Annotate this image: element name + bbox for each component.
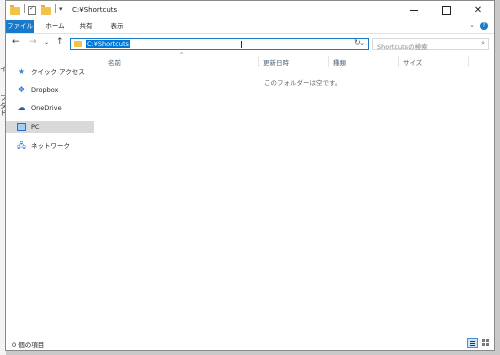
sidebar-item-label: ネットワーク — [31, 142, 70, 150]
sort-ascending-icon: ^ — [179, 52, 185, 59]
column-header-type[interactable]: 種類 — [333, 57, 346, 67]
tab-home[interactable]: ホーム — [43, 20, 67, 33]
sidebar-item-label: OneDrive — [31, 104, 62, 112]
star-icon: ★ — [17, 67, 26, 76]
up-button[interactable]: ↑ — [56, 37, 64, 47]
status-bar: 0 個の項目 — [6, 336, 494, 350]
search-icon: ⌕ — [481, 39, 485, 47]
checkmark-icon — [28, 4, 36, 15]
column-divider[interactable] — [328, 56, 329, 67]
maximize-icon — [441, 5, 451, 15]
details-view-button[interactable] — [467, 338, 478, 348]
tab-file[interactable]: ファイル — [6, 20, 34, 33]
large-icons-view-button[interactable] — [481, 338, 491, 348]
cloud-icon: ☁ — [17, 103, 26, 112]
text-cursor-icon: I — [240, 40, 243, 51]
column-divider[interactable] — [398, 56, 399, 67]
address-row: ← → ⌄ ↑ C:¥Shortcuts ⌄ ↻ Shortcutsの検索 ⌕ — [6, 34, 494, 54]
search-placeholder: Shortcutsの検索 — [377, 43, 428, 51]
sidebar-item-dropbox[interactable]: ❖ Dropbox — [6, 84, 94, 96]
recent-locations-button[interactable]: ⌄ — [44, 39, 49, 46]
dropbox-icon: ❖ — [17, 85, 26, 94]
sidebar-item-network[interactable]: 🖧 ネットワーク — [6, 140, 94, 152]
folder-icon — [74, 41, 82, 47]
sidebar-item-label: PC — [31, 123, 40, 131]
window-title: C:¥Shortcuts — [72, 6, 118, 14]
sidebar-item-quick-access[interactable]: ★ クイック アクセス — [6, 66, 94, 78]
column-header-date-modified[interactable]: 更新日時 — [263, 57, 289, 67]
toolbar-divider — [55, 4, 56, 13]
address-bar[interactable]: C:¥Shortcuts ⌄ — [70, 38, 369, 50]
sidebar-item-pc[interactable]: PC — [6, 121, 94, 133]
ribbon-tabs: ファイル ホーム 共有 表示 ⌄ ? — [6, 20, 494, 34]
file-explorer-window: ▾ C:¥Shortcuts ✕ ファイル ホーム 共有 表示 ⌄ ? ← → … — [5, 0, 495, 351]
navigation-pane: ★ クイック アクセス ❖ Dropbox ☁ OneDrive PC 🖧 ネッ… — [6, 54, 94, 336]
customize-quick-access-button[interactable]: ▾ — [59, 5, 63, 13]
network-icon: 🖧 — [17, 141, 26, 150]
close-icon: ✕ — [473, 5, 483, 16]
close-button[interactable]: ✕ — [462, 1, 494, 21]
tab-view[interactable]: 表示 — [107, 20, 127, 33]
help-icon[interactable]: ? — [480, 22, 488, 30]
column-divider[interactable] — [468, 56, 469, 67]
column-divider[interactable] — [258, 56, 259, 67]
maximize-button[interactable] — [430, 1, 462, 21]
forward-button[interactable]: → — [29, 37, 37, 47]
file-list: ^ 名前 更新日時 種類 サイズ このフォルダーは空です。 — [94, 52, 494, 336]
computer-icon — [17, 123, 26, 131]
sidebar-item-label: Dropbox — [31, 86, 59, 94]
address-input[interactable]: C:¥Shortcuts — [86, 40, 130, 48]
column-header-size[interactable]: サイズ — [403, 57, 422, 67]
title-bar: ▾ C:¥Shortcuts ✕ — [6, 1, 494, 21]
folder-icon — [41, 5, 51, 15]
refresh-button[interactable]: ↻ — [354, 38, 361, 47]
minimize-button[interactable] — [398, 1, 430, 21]
sidebar-item-onedrive[interactable]: ☁ OneDrive — [6, 102, 94, 114]
tab-share[interactable]: 共有 — [76, 20, 96, 33]
sidebar-item-label: クイック アクセス — [31, 68, 85, 76]
empty-folder-message: このフォルダーは空です。 — [264, 79, 342, 87]
search-input[interactable]: Shortcutsの検索 ⌕ — [372, 38, 489, 51]
minimize-icon — [410, 9, 418, 11]
back-button[interactable]: ← — [12, 37, 20, 47]
item-count: 0 個の項目 — [12, 341, 45, 349]
toolbar-divider — [24, 4, 25, 13]
expand-ribbon-icon[interactable]: ⌄ — [469, 21, 475, 29]
column-header-name[interactable]: 名前 — [108, 57, 121, 67]
